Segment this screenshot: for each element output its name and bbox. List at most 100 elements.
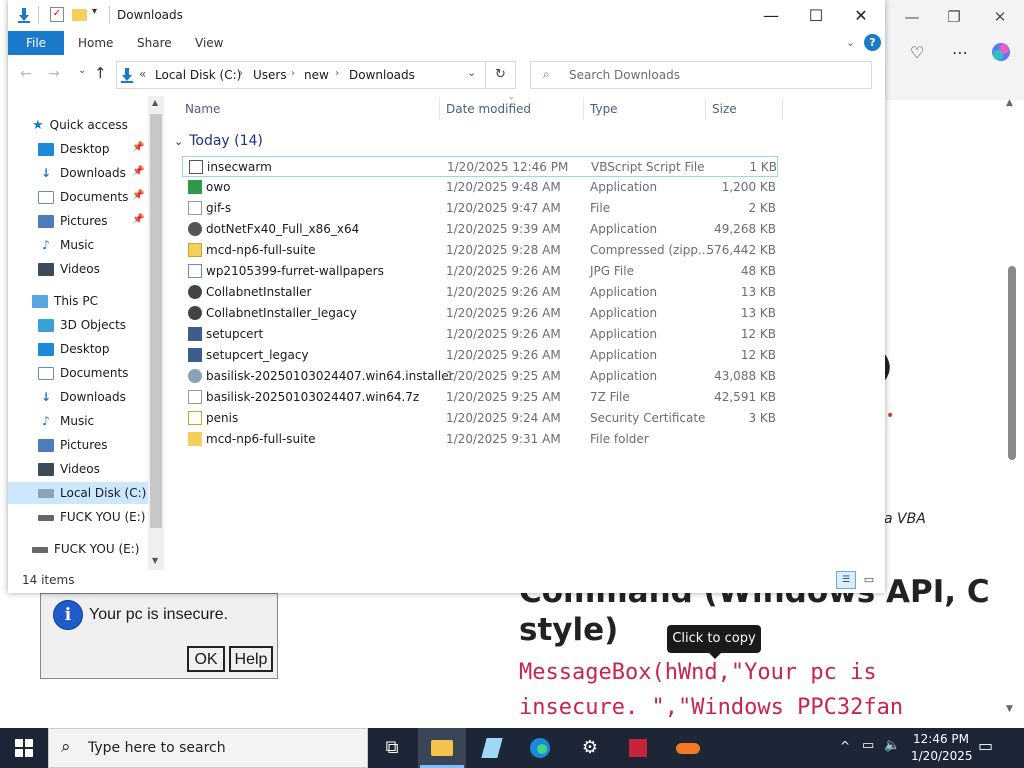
nav-this-pc[interactable]: This PC (32, 290, 98, 312)
column-divider[interactable] (705, 98, 706, 120)
tab-file[interactable]: File (8, 31, 64, 55)
nav-qa-music[interactable]: ♪ Music (38, 234, 94, 256)
scroll-up-icon[interactable]: ▲ (1006, 98, 1013, 108)
tab-view[interactable]: View (195, 31, 223, 55)
help-icon[interactable]: ? (864, 34, 881, 51)
restore-icon[interactable]: ❐ (939, 6, 969, 28)
file-row[interactable]: mcd-np6-full-suite 1/20/2025 9:28 AM Compr… (182, 240, 778, 261)
notifications-icon[interactable]: ▭ (978, 736, 993, 755)
large-icons-view-icon[interactable]: ▭ (860, 571, 878, 589)
maximize-icon[interactable]: ☐ (793, 0, 839, 31)
nav-pc-drive-e[interactable]: FUCK YOU (E:) (38, 506, 145, 528)
nav-qa-desktop[interactable]: Desktop (38, 138, 110, 160)
app-orange-icon[interactable] (664, 728, 712, 768)
pin-icon[interactable]: 📌 (132, 214, 144, 225)
new-folder-icon[interactable] (72, 9, 87, 21)
file-row[interactable]: penis 1/20/2025 9:24 AM Security Certifica… (182, 408, 778, 429)
close-icon[interactable]: ✕ (838, 0, 884, 31)
notepad-icon[interactable] (468, 728, 516, 768)
taskbar-search[interactable]: ⌕ Type here to search (48, 728, 368, 768)
nav-pc-3d-objects[interactable]: 3D Objects (38, 314, 126, 336)
nav-qa-documents[interactable]: Documents (38, 186, 128, 208)
breadcrumb-separator-icon[interactable]: › (239, 68, 243, 79)
scroll-thumb[interactable] (1008, 266, 1016, 460)
breadcrumb-new[interactable]: new (304, 68, 329, 82)
nav-pc-music[interactable]: ♪ Music (38, 410, 94, 432)
file-row[interactable]: setupcert 1/20/2025 9:26 AM Application 12 … (182, 324, 778, 345)
volume-icon[interactable]: 🔈 (884, 738, 900, 753)
file-row[interactable]: dotNetFx40_Full_x86_x64 1/20/2025 9:39 AM… (182, 219, 778, 240)
expand-ribbon-icon[interactable]: ⌄ (846, 31, 855, 55)
file-row[interactable]: basilisk-20250103024407.win64.installer 1… (182, 366, 778, 387)
more-icon[interactable]: ⋯ (948, 41, 972, 65)
downloads-arrow-icon[interactable] (16, 7, 32, 23)
search-box[interactable]: ⌕ Search Downloads (530, 61, 872, 89)
clock-time[interactable]: 12:46 PM (913, 732, 969, 746)
nav-scrollbar[interactable]: ▲ ▼ (148, 96, 164, 570)
column-divider[interactable] (782, 98, 783, 120)
scroll-down-icon[interactable]: ▼ (152, 556, 158, 565)
start-icon[interactable] (0, 728, 48, 768)
clock-date[interactable]: 1/20/2025 (911, 749, 973, 763)
file-row[interactable]: CollabnetInstaller_legacy 1/20/2025 9:26 … (182, 303, 778, 324)
nav-qa-pictures[interactable]: Pictures (38, 210, 108, 232)
back-icon[interactable]: ← (20, 66, 32, 82)
network-icon[interactable]: ▭ (862, 738, 874, 753)
nav-pc-pictures[interactable]: Pictures (38, 434, 108, 456)
settings-gear-icon[interactable]: ⚙ (566, 728, 614, 768)
tab-home[interactable]: Home (78, 31, 113, 55)
file-row[interactable]: owo 1/20/2025 9:48 AM Application 1,200 KB (182, 177, 778, 198)
recent-locations-icon[interactable]: ⌄ (78, 65, 86, 76)
file-row[interactable]: setupcert_legacy 1/20/2025 9:26 AM Applica… (182, 345, 778, 366)
file-row[interactable]: wp2105399-furret-wallpapers 1/20/2025 9:2… (182, 261, 778, 282)
group-header[interactable]: ⌄ Today (14) (174, 131, 263, 151)
minimize-icon[interactable]: — (897, 6, 927, 28)
tray-chevron-up-icon[interactable]: ^ (840, 739, 850, 753)
page-scrollbar[interactable]: ▲ ▼ (1005, 98, 1019, 720)
properties-icon[interactable]: ✓ (50, 7, 64, 22)
pin-icon[interactable]: 📌 (132, 190, 144, 201)
address-bar[interactable]: « Local Disk (C:) › Users › new › Downlo… (116, 61, 486, 89)
column-size[interactable]: Size (712, 96, 737, 122)
close-icon[interactable]: ✕ (985, 6, 1015, 28)
scroll-up-icon[interactable]: ▲ (152, 98, 158, 107)
refresh-icon[interactable]: ↻ (486, 61, 516, 89)
file-row[interactable]: gif-s 1/20/2025 9:47 AM File 2 KB (182, 198, 778, 219)
breadcrumb-overflow[interactable]: « (139, 67, 146, 81)
file-row[interactable]: CollabnetInstaller 1/20/2025 9:26 AM Appli… (182, 282, 778, 303)
file-explorer-taskbar-icon[interactable] (418, 728, 466, 768)
scroll-thumb[interactable] (150, 114, 162, 528)
breadcrumb-users[interactable]: Users (253, 68, 287, 82)
breadcrumb-downloads[interactable]: Downloads (349, 68, 415, 82)
breadcrumb-local-disk[interactable]: Local Disk (C:) (155, 68, 241, 82)
copilot-icon[interactable] (989, 41, 1013, 65)
up-icon[interactable]: ↑ (94, 64, 107, 82)
nav-qa-videos[interactable]: Videos (38, 258, 100, 280)
task-view-icon[interactable]: ⧉ (368, 728, 416, 768)
nav-drive-e[interactable]: FUCK YOU (E:) (32, 538, 139, 560)
ok-button[interactable]: OK (187, 646, 225, 672)
nav-pc-desktop[interactable]: Desktop (38, 338, 110, 360)
forward-icon[interactable]: → (48, 66, 60, 82)
nav-qa-downloads[interactable]: ↓ Downloads (38, 162, 126, 184)
pin-icon[interactable]: 📌 (132, 142, 144, 153)
help-button[interactable]: Help (229, 646, 273, 672)
address-dropdown-icon[interactable]: ⌄ (467, 66, 476, 79)
heart-pulse-icon[interactable]: ♡ (905, 41, 929, 65)
column-type[interactable]: Type (590, 96, 618, 122)
column-divider[interactable] (439, 98, 440, 120)
breadcrumb-separator-icon[interactable]: › (335, 68, 339, 79)
nav-quick-access[interactable]: ★ Quick access (32, 114, 128, 136)
details-view-icon[interactable]: ☰ (836, 571, 856, 589)
tab-share[interactable]: Share (137, 31, 172, 55)
file-row[interactable]: basilisk-20250103024407.win64.7z 1/20/202… (182, 387, 778, 408)
breadcrumb-separator-icon[interactable]: › (291, 68, 295, 79)
file-row[interactable]: insecwarm 1/20/2025 12:46 PM VBScript Scri… (182, 156, 778, 177)
column-date-modified[interactable]: Date modified (446, 96, 531, 122)
minimize-icon[interactable]: — (748, 0, 794, 31)
file-row[interactable]: mcd-np6-full-suite 1/20/2025 9:31 AM File … (182, 429, 778, 450)
nav-pc-videos[interactable]: Videos (38, 458, 100, 480)
nav-pc-local-disk[interactable]: Local Disk (C:) (8, 482, 148, 504)
edge-icon[interactable] (516, 728, 564, 768)
scroll-down-icon[interactable]: ▼ (1006, 704, 1013, 714)
